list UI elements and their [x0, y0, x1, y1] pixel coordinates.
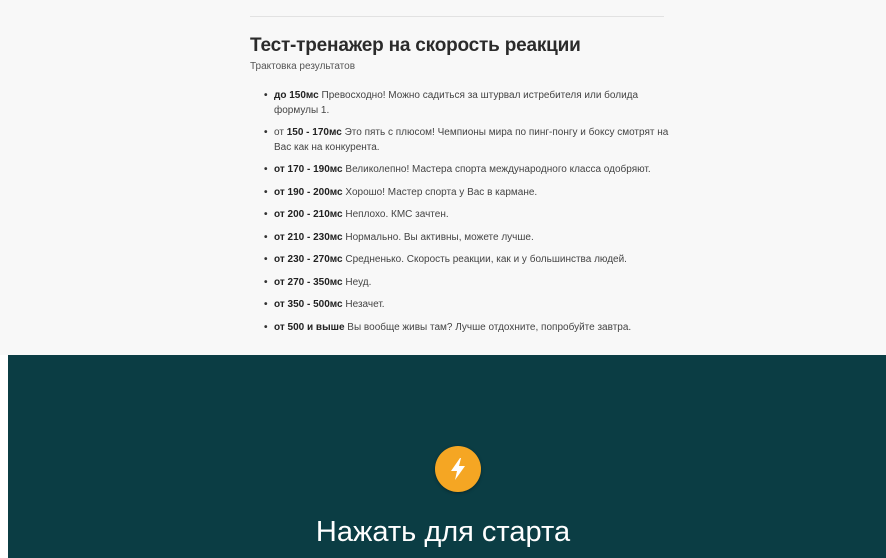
result-text: Великолепно! Мастера спорта международно…	[342, 164, 651, 175]
divider	[250, 16, 664, 17]
result-range: 150 - 170мс	[286, 127, 342, 138]
result-range: от 210 - 230мс	[274, 231, 343, 243]
list-item: до 150мс Превосходно! Можно садиться за …	[264, 89, 669, 118]
result-range: от 230 - 270мс	[274, 254, 343, 265]
result-text: Нормально. Вы активны, можете лучше.	[342, 231, 534, 243]
page: Тест-тренажер на скорость реакции Тракто…	[0, 0, 886, 558]
result-range: от 190 - 200мс	[274, 186, 343, 198]
result-text: Вы вообще живы там? Лучше отдохните, поп…	[344, 321, 632, 333]
result-range: от 500 и выше	[274, 321, 345, 333]
result-text: Неплохо. КМС зачтен.	[342, 209, 449, 220]
list-item: от 170 - 190мс Великолепно! Мастера спор…	[264, 163, 669, 178]
results-content: Тест-тренажер на скорость реакции Тракто…	[250, 34, 670, 343]
result-text: Превосходно! Можно садиться за штурвал и…	[274, 90, 639, 116]
result-text: Неуд.	[342, 276, 372, 288]
result-range: от 170 - 190мс	[274, 164, 343, 175]
list-item: от 190 - 200мс Хорошо! Мастер спорта у В…	[264, 186, 669, 201]
start-label[interactable]: Нажать для старта	[0, 512, 886, 552]
list-item: от 230 - 270мс Средненько. Скорость реак…	[264, 253, 669, 268]
list-item: от 350 - 500мс Незачет.	[264, 298, 669, 313]
list-item: от 210 - 230мс Нормально. Вы активны, мо…	[264, 231, 669, 246]
result-range: от 350 - 500мс	[274, 299, 343, 310]
result-text: Незачет.	[342, 299, 385, 310]
list-item: от 500 и выше Вы вообще живы там? Лучше …	[264, 321, 669, 336]
start-button[interactable]	[435, 446, 481, 492]
list-item: от 150 - 170мс Это пять с плюсом! Чемпио…	[264, 126, 669, 155]
result-text: Хорошо! Мастер спорта у Вас в кармане.	[342, 186, 538, 198]
page-subtitle: Трактовка результатов	[250, 61, 356, 72]
result-text: Средненько. Скорость реакции, как и у бо…	[342, 254, 627, 265]
result-range: от 270 - 350мс	[274, 276, 343, 288]
result-range: от 200 - 210мс	[274, 209, 343, 220]
result-prefix: от	[274, 127, 287, 138]
page-title: Тест-тренажер на скорость реакции	[250, 35, 581, 56]
list-item: от 270 - 350мс Неуд.	[264, 276, 669, 291]
results-list: до 150мс Превосходно! Можно садиться за …	[250, 89, 670, 335]
list-item: от 200 - 210мс Неплохо. КМС зачтен.	[264, 208, 669, 223]
lightning-bolt-icon	[451, 458, 465, 480]
result-range: до 150мс	[274, 90, 319, 101]
